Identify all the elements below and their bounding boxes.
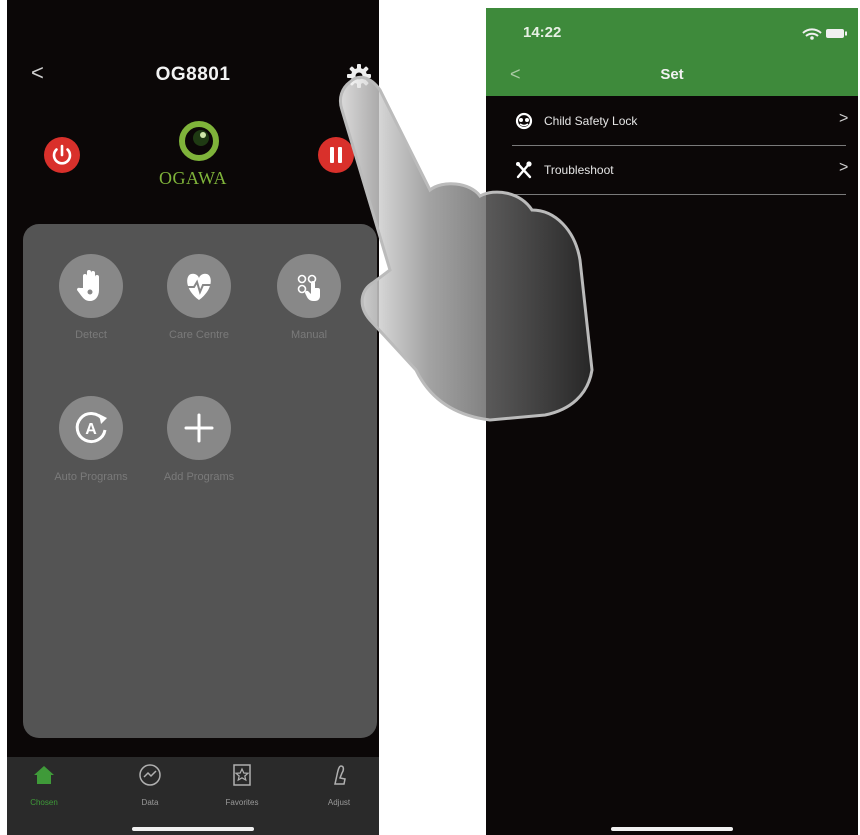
lock-icon (515, 112, 533, 130)
gear-icon[interactable] (345, 62, 373, 90)
program-add[interactable]: Add Programs (149, 396, 249, 484)
tools-icon (516, 161, 532, 179)
program-label: Care Centre (169, 329, 229, 341)
data-icon (139, 764, 161, 786)
svg-text:A: A (85, 421, 97, 438)
tab-adjust[interactable]: Adjust (304, 763, 374, 807)
page-title: Set (660, 66, 684, 83)
pause-icon (330, 147, 342, 163)
device-title: OG8801 (155, 64, 231, 85)
tab-bar: Chosen Data Favorites Adjust (7, 757, 379, 835)
remote-screen: < OG8801 OGAWA Detect Care Centre Manual… (7, 0, 379, 835)
home-indicator[interactable] (132, 827, 254, 831)
manual-icon (297, 274, 320, 301)
menu-item-child-safety-lock[interactable]: Child Safety Lock > (486, 98, 858, 146)
status-icons (802, 28, 847, 40)
menu-item-troubleshoot[interactable]: Troubleshoot > (486, 147, 858, 195)
home-indicator[interactable] (611, 827, 733, 831)
tab-favorites[interactable]: Favorites (207, 763, 277, 807)
program-label: Manual (290, 329, 328, 341)
program-detect[interactable]: Detect (41, 254, 141, 342)
menu-item-label: Child Safety Lock (544, 114, 638, 128)
program-label: Detect (75, 329, 107, 341)
ogawa-logo-icon (179, 121, 219, 161)
tab-chosen[interactable]: Chosen (9, 763, 79, 807)
heart-pulse-icon (187, 273, 211, 300)
divider (512, 194, 846, 195)
divider (512, 145, 846, 146)
program-manual[interactable]: Manual (259, 254, 359, 342)
chevron-right-icon: > (839, 110, 849, 127)
tab-label: Favorites (225, 798, 259, 807)
hand-icon (76, 270, 99, 301)
auto-icon: A (75, 412, 107, 444)
settings-screen: 14:22 < Set Child Safety Lock > Troubles (486, 8, 858, 835)
programs-panel: Detect Care Centre Manual A Auto Program… (23, 224, 377, 738)
program-label: Auto Programs (54, 471, 128, 483)
home-icon (34, 766, 54, 784)
tab-data[interactable]: Data (115, 763, 185, 807)
program-label: Add Programs (163, 471, 235, 483)
program-care-centre[interactable]: Care Centre (149, 254, 249, 342)
menu-item-label: Troubleshoot (544, 163, 614, 177)
chevron-right-icon: > (839, 159, 849, 176)
favorites-icon (233, 764, 251, 786)
tab-label: Data (141, 798, 159, 807)
adjust-icon (334, 765, 346, 785)
tab-label: Adjust (327, 798, 351, 807)
tab-label: Chosen (30, 798, 58, 807)
nav-header: 14:22 < Set (486, 8, 858, 96)
plus-icon (184, 413, 214, 443)
status-time: 14:22 (523, 24, 562, 41)
pause-button[interactable] (318, 137, 354, 173)
program-auto[interactable]: A Auto Programs (41, 396, 141, 484)
